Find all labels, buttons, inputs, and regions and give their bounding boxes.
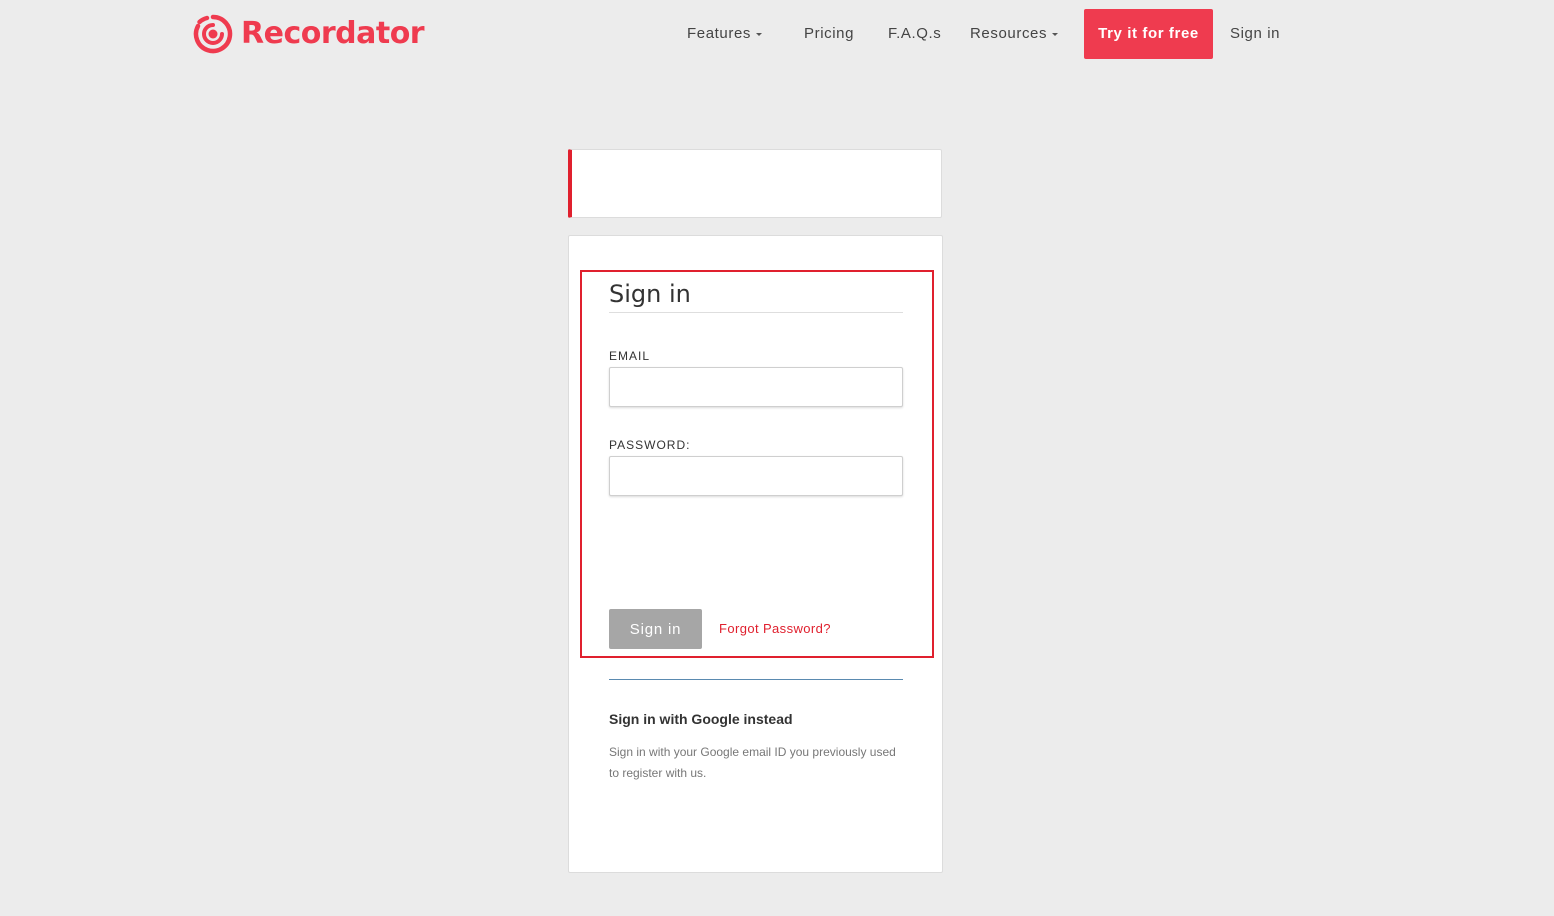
- nav-features[interactable]: Features: [687, 9, 762, 59]
- forgot-password-link[interactable]: Forgot Password?: [719, 621, 831, 636]
- nav-sign-in[interactable]: Sign in: [1230, 9, 1280, 59]
- chevron-down-icon: [756, 32, 762, 36]
- signin-button[interactable]: Sign in: [609, 609, 702, 649]
- try-free-button[interactable]: Try it for free: [1084, 9, 1213, 59]
- google-signin-link[interactable]: Sign in with Google instead: [609, 711, 793, 727]
- google-signin-description: Sign in with your Google email ID you pr…: [609, 745, 896, 780]
- nav-features-label: Features: [687, 25, 751, 42]
- password-label: PASSWORD:: [609, 438, 691, 452]
- alert-card: [568, 149, 942, 218]
- nav-pricing[interactable]: Pricing: [804, 9, 854, 59]
- nav-resources[interactable]: Resources: [970, 9, 1059, 59]
- email-field[interactable]: [609, 367, 903, 407]
- nav-faqs[interactable]: F.A.Q.s: [888, 9, 941, 59]
- chevron-down-icon: [1052, 32, 1059, 36]
- password-field[interactable]: [609, 456, 903, 496]
- nav-resources-label: Resources: [970, 25, 1048, 42]
- signin-title: Sign in: [609, 280, 691, 308]
- title-divider: [609, 312, 903, 313]
- email-label: EMAIL: [609, 349, 651, 363]
- main-nav: Features Pricing F.A.Q.s Resources Try i…: [0, 9, 1554, 59]
- section-divider: [609, 679, 903, 680]
